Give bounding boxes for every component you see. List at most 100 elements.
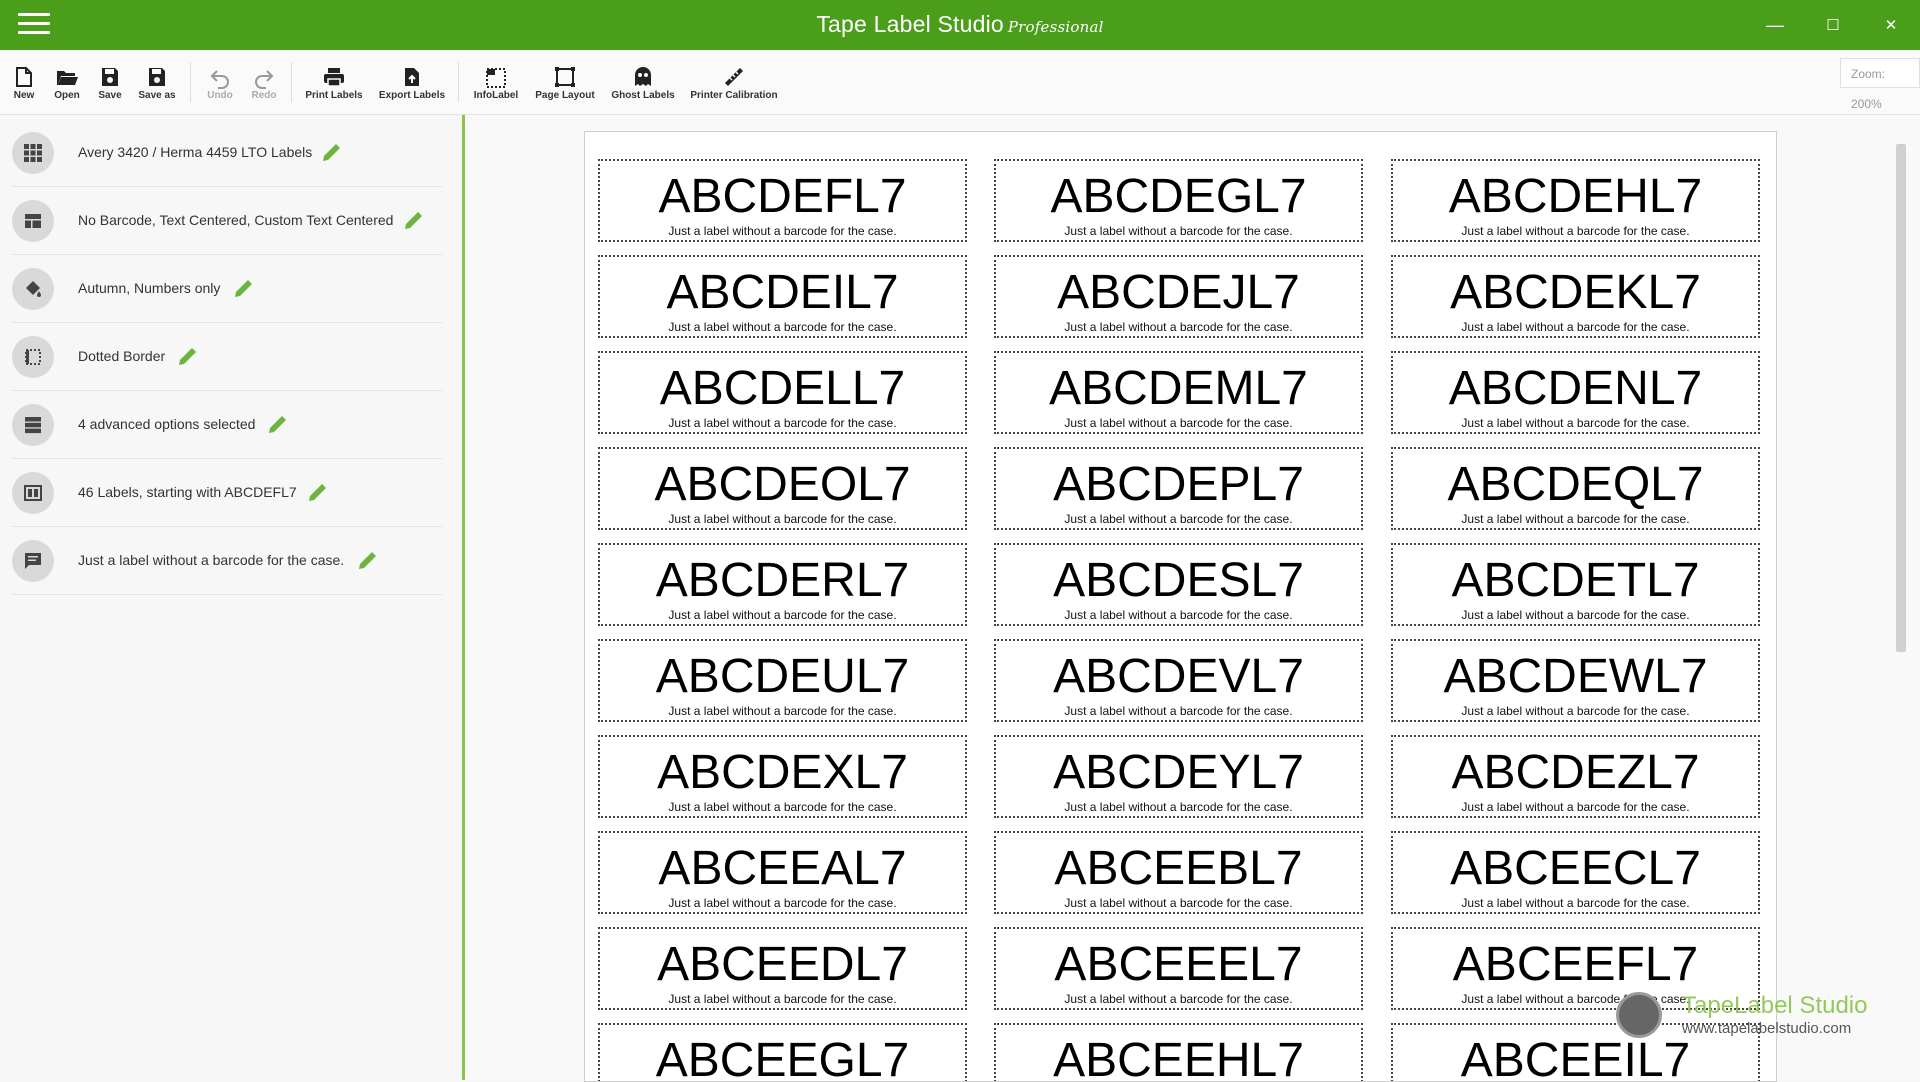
label-description: Just a label without a barcode for the c… xyxy=(1064,320,1293,334)
toolbar-divider xyxy=(291,62,292,102)
tape-label[interactable]: ABCEEAL7 Just a label without a barcode f… xyxy=(598,831,967,914)
redo-label: Redo xyxy=(251,90,277,101)
edit-pencil-icon[interactable] xyxy=(320,140,344,164)
label-description: Just a label without a barcode for the c… xyxy=(1064,416,1293,430)
sidebar-item-label-range[interactable]: 46 Labels, starting with ABCDEFL7 xyxy=(12,458,442,527)
tape-label[interactable]: ABCDEQL7 Just a label without a barcode f… xyxy=(1391,447,1760,530)
sidebar-item-text: 4 advanced options selected xyxy=(78,416,256,432)
info-label-button[interactable]: InfoLabel xyxy=(472,64,520,110)
tape-label[interactable]: ABCDERL7 Just a label without a barcode f… xyxy=(598,543,967,626)
tape-label[interactable]: ABCDENL7 Just a label without a barcode f… xyxy=(1391,351,1760,434)
label-code: ABCDEJL7 xyxy=(1057,266,1300,319)
sidebar-item-color-scheme[interactable]: Autumn, Numbers only xyxy=(12,254,442,323)
tape-label[interactable]: ABCDEVL7 Just a label without a barcode f… xyxy=(994,639,1363,722)
label-code: ABCDETL7 xyxy=(1451,554,1700,607)
label-code: ABCDEFL7 xyxy=(658,170,907,223)
tape-label[interactable]: ABCDELL7 Just a label without a barcode f… xyxy=(598,351,967,434)
sidebar-item-custom-text[interactable]: Just a label without a barcode for the c… xyxy=(12,526,442,595)
open-button[interactable]: Open xyxy=(50,64,84,110)
tape-label[interactable]: ABCEEDL7 Just a label without a barcode f… xyxy=(598,927,967,1010)
export-labels-button[interactable]: Export Labels xyxy=(378,64,446,110)
tape-label[interactable]: ABCDEIL7 Just a label without a barcode f… xyxy=(598,255,967,338)
page-layout-button[interactable]: Page Layout xyxy=(534,64,596,110)
edit-pencil-icon[interactable] xyxy=(402,208,426,232)
label-code: ABCDEOL7 xyxy=(654,458,911,511)
label-description: Just a label without a barcode for the c… xyxy=(1064,512,1293,526)
label-code: ABCDEWL7 xyxy=(1443,650,1708,703)
tape-label[interactable]: ABCDEML7 Just a label without a barcode f… xyxy=(994,351,1363,434)
tape-label[interactable]: ABCDEWL7 Just a label without a barcode f… xyxy=(1391,639,1760,722)
tape-label[interactable]: ABCDESL7 Just a label without a barcode f… xyxy=(994,543,1363,626)
vertical-scrollbar[interactable] xyxy=(1894,130,1908,1078)
ghost-icon xyxy=(635,67,651,86)
label-description: Just a label without a barcode for the c… xyxy=(668,704,897,718)
toolbar-divider xyxy=(458,62,459,102)
printer-calibration-label: Printer Calibration xyxy=(690,90,778,101)
redo-button[interactable]: Redo xyxy=(248,64,280,110)
undo-label: Undo xyxy=(207,90,233,101)
printer-calibration-button[interactable]: Printer Calibration xyxy=(690,64,778,110)
label-code: ABCEEAL7 xyxy=(658,842,907,895)
tape-label[interactable]: ABCDEXL7 Just a label without a barcode f… xyxy=(598,735,967,818)
tape-label[interactable]: ABCDEKL7 Just a label without a barcode f… xyxy=(1391,255,1760,338)
sidebar-item-text: Dotted Border xyxy=(78,348,166,364)
sidebar-item-layout[interactable]: No Barcode, Text Centered, Custom Text C… xyxy=(12,186,442,255)
label-description: Just a label without a barcode for the c… xyxy=(1461,512,1690,526)
window-title: Tape Label Studio Professional xyxy=(0,11,1920,38)
tape-label[interactable]: ABCDEUL7 Just a label without a barcode f… xyxy=(598,639,967,722)
save-as-button[interactable]: Save as xyxy=(136,64,178,110)
label-code: ABCDERL7 xyxy=(655,554,910,607)
tape-label[interactable]: ABCDEZL7 Just a label without a barcode f… xyxy=(1391,735,1760,818)
new-button[interactable]: New xyxy=(8,64,40,110)
tape-label[interactable]: ABCDETL7 Just a label without a barcode f… xyxy=(1391,543,1760,626)
tape-label[interactable]: ABCEEEL7 Just a label without a barcode f… xyxy=(994,927,1363,1010)
tape-label[interactable]: ABCDEHL7 Just a label without a barcode f… xyxy=(1391,159,1760,242)
label-description: Just a label without a barcode for the c… xyxy=(1461,320,1690,334)
server-icon xyxy=(12,404,54,446)
tape-label[interactable]: ABCDEJL7 Just a label without a barcode f… xyxy=(994,255,1363,338)
undo-button[interactable]: Undo xyxy=(204,64,236,110)
edit-pencil-icon[interactable] xyxy=(306,480,330,504)
label-code: ABCDEXL7 xyxy=(657,746,908,799)
tape-label[interactable]: ABCEEBL7 Just a label without a barcode f… xyxy=(994,831,1363,914)
label-description: Just a label without a barcode for the c… xyxy=(668,512,897,526)
label-code: ABCDEQL7 xyxy=(1447,458,1704,511)
label-description: Just a label without a barcode for the c… xyxy=(1461,896,1690,910)
label-description: Just a label without a barcode for the c… xyxy=(668,320,897,334)
tape-label[interactable]: ABCDEFL7 Just a label without a barcode f… xyxy=(598,159,967,242)
tape-label[interactable]: ABCDEPL7 Just a label without a barcode f… xyxy=(994,447,1363,530)
tape-label[interactable]: ABCEEGL7Just a label without a barcode f… xyxy=(598,1023,967,1081)
tape-label[interactable]: ABCDEGL7 Just a label without a barcode f… xyxy=(994,159,1363,242)
edit-pencil-icon[interactable] xyxy=(176,344,200,368)
maximize-button[interactable]: ☐ xyxy=(1804,0,1862,50)
tape-label[interactable]: ABCEEHL7Just a label without a barcode f… xyxy=(994,1023,1363,1081)
edit-pencil-icon[interactable] xyxy=(266,412,290,436)
label-description: Just a label without a barcode for the c… xyxy=(668,416,897,430)
sidebar-item-label-type[interactable]: Avery 3420 / Herma 4459 LTO Labels xyxy=(12,118,442,187)
info-label-icon xyxy=(486,68,506,88)
ghost-labels-button[interactable]: Ghost Labels xyxy=(610,64,676,110)
tape-label[interactable]: ABCDEYL7 Just a label without a barcode f… xyxy=(994,735,1363,818)
sidebar-item-border[interactable]: Dotted Border xyxy=(12,322,442,391)
scrollbar-thumb[interactable] xyxy=(1896,144,1906,652)
save-button[interactable]: Save xyxy=(94,64,126,110)
sidebar-item-advanced-options[interactable]: 4 advanced options selected xyxy=(12,390,442,459)
print-labels-button[interactable]: Print Labels xyxy=(304,64,364,110)
label-code: ABCDESL7 xyxy=(1053,554,1304,607)
label-description: Just a label without a barcode for the c… xyxy=(1064,800,1293,814)
close-button[interactable]: ✕ xyxy=(1862,0,1920,50)
sidebar-item-text: Just a label without a barcode for the c… xyxy=(78,552,345,568)
tape-label[interactable]: ABCEECL7 Just a label without a barcode f… xyxy=(1391,831,1760,914)
toolbar-divider xyxy=(190,62,191,102)
save-as-icon xyxy=(149,68,165,86)
label-code: ABCEEBL7 xyxy=(1054,842,1303,895)
watermark-logo-icon xyxy=(1616,992,1662,1038)
tape-label[interactable]: ABCDEOL7 Just a label without a barcode f… xyxy=(598,447,967,530)
export-icon xyxy=(405,68,419,86)
edit-pencil-icon[interactable] xyxy=(356,548,380,572)
ruler-icon xyxy=(725,68,743,86)
sidebar-item-text: Autumn, Numbers only xyxy=(78,280,221,296)
label-sheet-preview[interactable]: ABCDEFL7 Just a label without a barcode f… xyxy=(584,131,1777,1082)
minimize-button[interactable]: — xyxy=(1746,0,1804,50)
edit-pencil-icon[interactable] xyxy=(232,276,256,300)
